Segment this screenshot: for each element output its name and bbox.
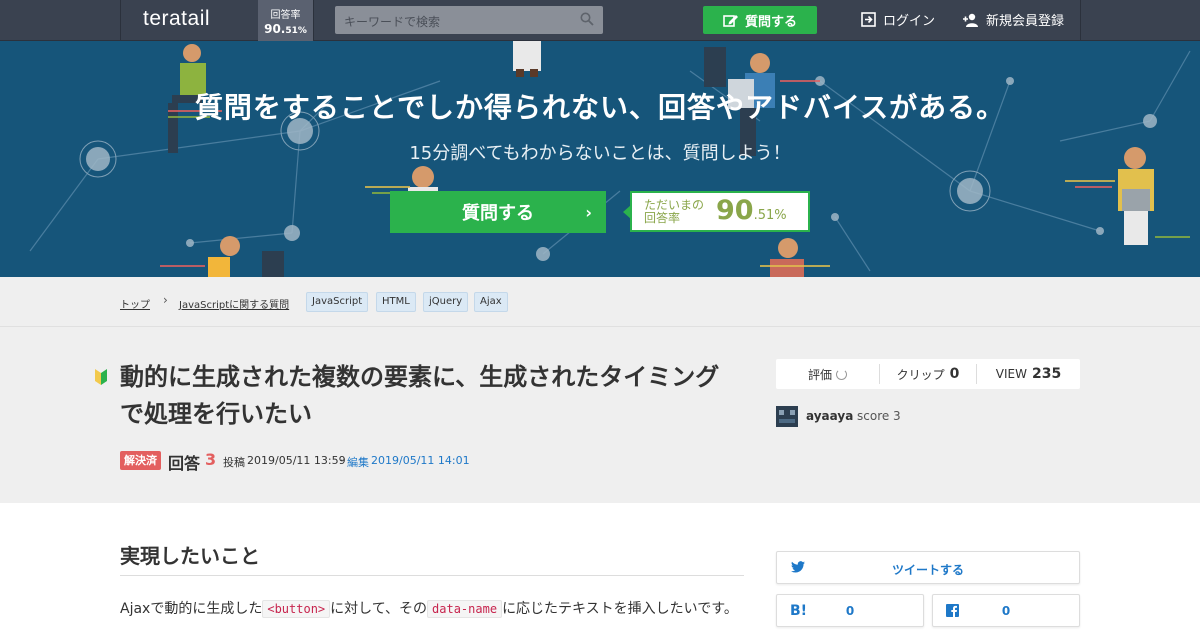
login-link[interactable]: ログイン	[861, 10, 935, 29]
tweet-button[interactable]: ツイートする	[776, 551, 1080, 584]
answer-rate-value: 90.51%	[264, 22, 307, 36]
search-icon[interactable]	[580, 12, 594, 26]
question-body-paragraph: Ajaxで動的に生成した <button> に対して、その data-name に応じた…	[120, 600, 738, 618]
search-input[interactable]: キーワードで検索	[335, 6, 603, 34]
hero-ask-button[interactable]: 質問する ›	[390, 191, 606, 233]
signup-label: 新規会員登録	[986, 14, 1065, 29]
top-nav-bar: teratail 回答率 90.51% キーワードで検索 質問する ログイン 新…	[0, 0, 1200, 41]
person-add-icon	[963, 13, 978, 27]
code-data-name: data-name	[427, 600, 503, 618]
tag-ajax[interactable]: Ajax	[474, 292, 508, 312]
loading-spinner-icon	[836, 368, 847, 380]
view-count: 235	[1031, 366, 1062, 382]
question-title: 動的に生成された複数の要素に、生成されたタイミングで処理を行いたい	[120, 363, 720, 428]
view-stat: VIEW 235	[977, 359, 1080, 389]
hero-rate-value: 90.51%	[716, 195, 787, 226]
ask-button-label: 質問する	[744, 14, 797, 30]
code-button-tag: <button>	[262, 600, 331, 618]
edit-link[interactable]: 編集	[347, 454, 369, 470]
hero-rate-label: ただいまの 回答率	[644, 198, 705, 225]
tag-javascript[interactable]: JavaScript	[306, 292, 369, 312]
hero-title: 質問をすることでしか得られない、回答やアドバイスがある。	[194, 91, 1006, 124]
author-name[interactable]: ayaaya	[806, 409, 853, 423]
question-stats: 評価 クリップ 0 VIEW 235	[776, 359, 1080, 389]
clip-count: 0	[949, 366, 960, 382]
section-title: 実現したいこと	[120, 544, 260, 568]
hatena-bookmark-button[interactable]: B! 0	[776, 594, 924, 627]
view-label: VIEW	[995, 367, 1027, 381]
hatena-count: 0	[845, 604, 855, 618]
chevron-right-icon: ›	[585, 203, 592, 222]
search-placeholder: キーワードで検索	[344, 15, 441, 29]
breadcrumb-category-link[interactable]: JavaScriptに関する質問	[179, 296, 289, 311]
clip-label: クリップ	[896, 367, 945, 382]
login-label: ログイン	[883, 14, 936, 29]
teratail-logo[interactable]: teratail	[143, 7, 210, 31]
hero-answer-rate: ただいまの 回答率 90.51%	[623, 191, 810, 232]
hero-banner: 質問をすることでしか得られない、回答やアドバイスがある。 15分調べてもわからな…	[0, 41, 1200, 277]
avatar[interactable]	[776, 406, 798, 427]
facebook-count: 0	[1001, 604, 1011, 618]
posted-label: 投稿	[223, 456, 245, 469]
section-divider	[120, 575, 744, 576]
edited-date: 2019/05/11 14:01	[371, 454, 470, 467]
author-score: score 3	[857, 409, 901, 423]
meta-separator: ·	[340, 454, 344, 467]
breadcrumb: トップ › JavaScriptに関する質問 JavaScript HTML j…	[0, 277, 1200, 327]
nav-separator	[313, 0, 314, 41]
rating-label: 評価	[807, 367, 832, 382]
posted-date: 2019/05/11 13:59	[247, 454, 346, 467]
nav-separator	[1080, 0, 1081, 41]
login-icon	[861, 12, 876, 27]
chevron-right-icon: ›	[163, 293, 168, 307]
answers-count[interactable]: 3	[205, 450, 216, 469]
tweet-label: ツイートする	[891, 563, 964, 577]
answer-rate-label: 回答率	[270, 10, 301, 21]
tag-html[interactable]: HTML	[376, 292, 416, 312]
signup-link[interactable]: 新規会員登録	[962, 10, 1064, 29]
question-header: 動的に生成された複数の要素に、生成されたタイミングで処理を行いたい 解決済 回答…	[0, 327, 1200, 503]
avatar-image	[776, 406, 798, 427]
clip-stat[interactable]: クリップ 0	[880, 359, 976, 389]
tag-jquery[interactable]: jQuery	[423, 292, 469, 312]
ask-question-button[interactable]: 質問する	[703, 6, 817, 34]
edit-icon	[723, 15, 738, 27]
nav-separator	[120, 0, 121, 41]
hero-ask-label: 質問する	[462, 203, 534, 224]
facebook-share-button[interactable]: 0	[932, 594, 1080, 627]
rating-stat: 評価	[776, 359, 879, 389]
answer-rate-box: 回答率 90.51%	[258, 0, 313, 41]
answers-label: 回答	[168, 454, 201, 473]
hero-subtitle: 15分調べてもわからないことは、質問しよう！	[409, 143, 791, 164]
breadcrumb-top-link[interactable]: トップ	[120, 296, 150, 311]
solved-badge: 解決済	[120, 451, 161, 470]
beginner-mark-icon	[95, 369, 107, 385]
